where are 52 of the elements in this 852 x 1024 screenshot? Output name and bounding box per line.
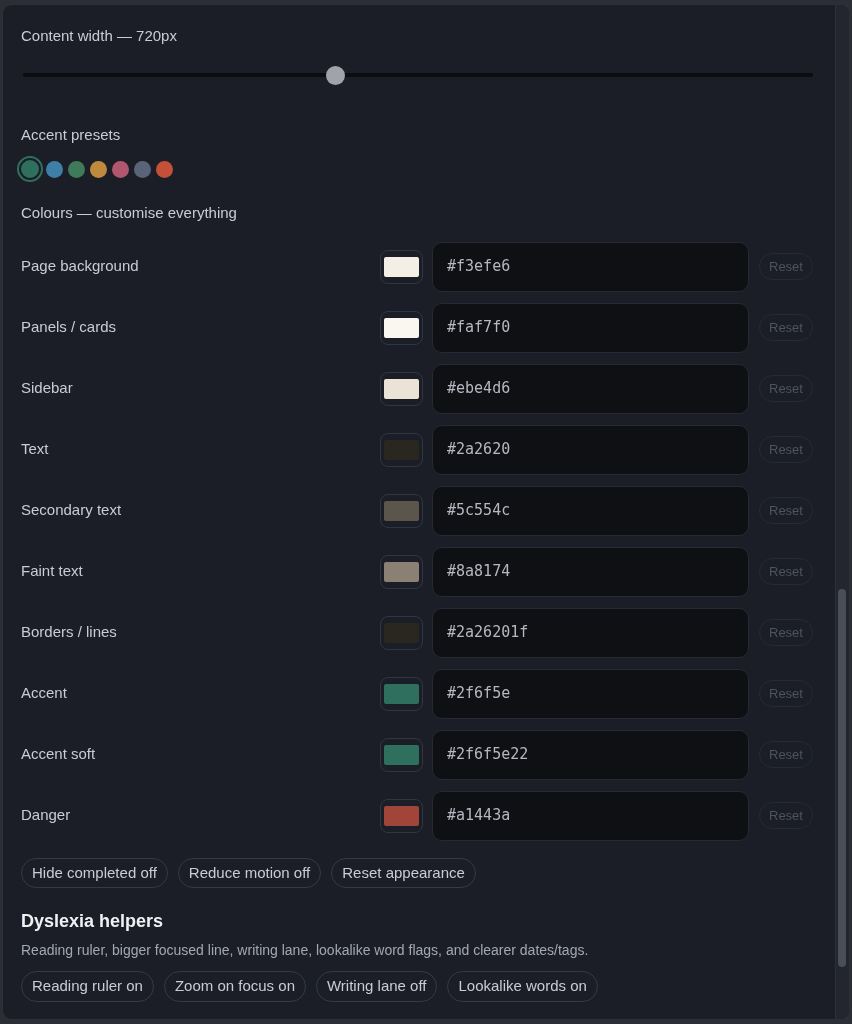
colour-swatch-button[interactable] — [380, 676, 423, 711]
colour-label: Danger — [21, 805, 72, 826]
hex-input-field[interactable]: #ebe4d6 — [432, 363, 749, 414]
colour-label: Accent soft — [21, 744, 97, 765]
hex-input-field[interactable]: #2a26201f — [432, 607, 749, 658]
hex-input-field[interactable]: #2a2620 — [432, 424, 749, 475]
hex-input-field[interactable]: #8a8174 — [432, 546, 749, 597]
colour-label: Sidebar — [21, 378, 74, 399]
colour-label: Borders / lines — [21, 622, 118, 643]
accent-swatch[interactable] — [46, 160, 63, 178]
toggle-button[interactable]: Writing lane off — [316, 971, 438, 1002]
hex-input-field[interactable]: #2f6f5e — [432, 668, 749, 719]
accent-swatch[interactable] — [156, 160, 173, 178]
colour-swatch-button[interactable] — [380, 798, 423, 833]
scrollbar-thumb[interactable] — [838, 589, 846, 967]
accent-swatch[interactable] — [90, 160, 107, 178]
colour-swatch-button[interactable] — [380, 371, 423, 406]
colour-swatch-button[interactable] — [380, 554, 423, 589]
hex-input-field[interactable]: #a1443a — [432, 790, 749, 841]
section-heading: Dyslexia helpers — [21, 910, 165, 933]
toggle-button[interactable]: Reset appearance — [331, 857, 476, 888]
accent-swatch[interactable] — [19, 158, 41, 180]
colour-label: Accent — [21, 683, 68, 704]
colour-label: Secondary text — [21, 500, 123, 521]
toggle-button[interactable]: Reduce motion off — [177, 857, 322, 888]
accent-swatch[interactable] — [134, 160, 151, 178]
accent-swatch[interactable] — [68, 160, 85, 178]
hex-input-field[interactable]: #2f6f5e22 — [432, 729, 749, 780]
colour-swatch-button[interactable] — [380, 737, 423, 772]
colour-label: Text — [21, 439, 50, 460]
colour-swatch-button[interactable] — [380, 493, 423, 528]
hex-input-field[interactable]: #f3efe6 — [432, 241, 749, 292]
toggle-button[interactable]: Zoom on focus on — [163, 971, 306, 1002]
accent-presets-label: Accent presets — [21, 124, 122, 145]
colour-swatch-button[interactable] — [380, 432, 423, 467]
colour-swatch-button[interactable] — [380, 249, 423, 284]
section-description: Reading ruler, bigger focused line, writing lane, lookalike word flags, and clearer dates/tags. — [21, 941, 590, 960]
toggle-button[interactable]: Reading ruler on — [21, 971, 154, 1002]
colour-swatch-button[interactable] — [380, 615, 423, 650]
content-width-label: Content width — 720px — [21, 26, 178, 46]
colour-label: Faint text — [21, 561, 84, 582]
colour-swatch-button[interactable] — [380, 310, 423, 345]
toggle-button[interactable]: Lookalike words on — [447, 971, 598, 1002]
colour-label: Panels / cards — [21, 317, 118, 338]
accent-swatch[interactable] — [112, 160, 129, 178]
colours-label: Colours — customise everything — [21, 203, 238, 223]
slider-thumb[interactable] — [326, 65, 346, 85]
hex-input-field[interactable]: #5c554c — [432, 485, 749, 536]
width-slider[interactable] — [23, 65, 813, 85]
hex-input-field[interactable]: #faf7f0 — [432, 302, 749, 353]
toggle-button[interactable]: Hide completed off — [21, 857, 168, 888]
colour-label: Page background — [21, 256, 140, 277]
